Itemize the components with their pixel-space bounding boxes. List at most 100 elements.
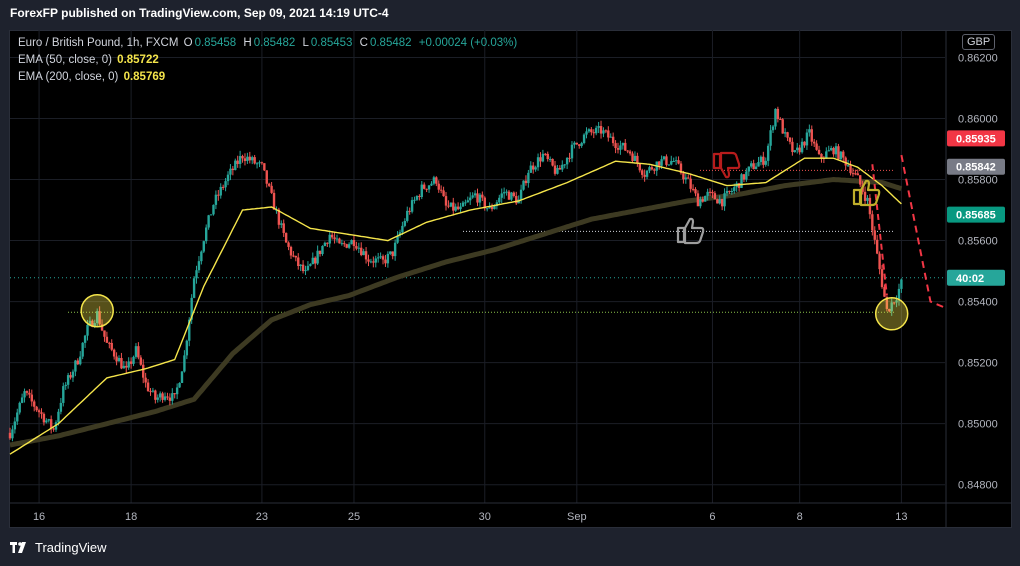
candle-body [527, 172, 530, 184]
time-tick-label: Sep [567, 511, 587, 523]
thumb-down-icon [712, 151, 741, 179]
candle-body [522, 180, 525, 190]
candle-body [580, 143, 583, 146]
candle-body [112, 349, 116, 357]
candle-body [713, 193, 717, 200]
thumb-down-icon-shape [712, 151, 741, 179]
candle-body [362, 251, 365, 256]
candle-body [151, 390, 155, 392]
candle-body [703, 195, 707, 202]
candle-body [156, 397, 159, 400]
candle-body [733, 187, 736, 192]
candle-body [333, 237, 336, 240]
candle-body [657, 161, 661, 166]
candle-body [684, 177, 688, 180]
candle-body [597, 126, 600, 128]
candle-body [219, 186, 222, 196]
ema50-row[interactable]: EMA (50, close, 0) 0.85722 [18, 52, 521, 69]
candle-body [859, 175, 862, 185]
candle-body [195, 270, 198, 279]
candle-body [318, 250, 322, 255]
candle-body [381, 256, 385, 260]
candle-body [556, 167, 559, 174]
candle-body [284, 232, 288, 243]
candle-body [459, 206, 462, 210]
candle-body [800, 141, 804, 153]
candle-body [544, 153, 547, 155]
candles [8, 106, 903, 442]
candle-body [575, 142, 579, 145]
candle-body [582, 134, 586, 144]
candle-body [510, 192, 513, 200]
candle-body [740, 174, 743, 188]
candle-body [706, 191, 709, 196]
candle-body [846, 165, 850, 167]
candle-body [604, 130, 608, 132]
candle-body [18, 402, 21, 413]
candle-body [125, 365, 128, 368]
candle-body [587, 129, 591, 132]
candle-body [473, 193, 477, 196]
candle-body [23, 391, 26, 398]
symbol-name[interactable]: Euro / British Pound, 1h, FXCM [18, 37, 178, 49]
price-tick-label: 0.86200 [958, 52, 998, 64]
candle-body [418, 196, 421, 198]
candle-body [427, 185, 431, 190]
candle-body [447, 205, 450, 207]
candle-body [297, 257, 300, 266]
candle-body [631, 153, 634, 161]
candle-body [306, 265, 310, 271]
price-label-text: 40:02 [956, 273, 984, 285]
candle-body [345, 244, 348, 248]
close-value: 0.85482 [369, 37, 412, 49]
candle-body [776, 108, 780, 120]
time-axis[interactable]: 16 18 23 25 30 Sep 6 8 13 [10, 502, 1011, 523]
time-tick-label: 13 [895, 511, 907, 523]
candle-body [585, 131, 588, 135]
candle-body [764, 160, 767, 165]
candle-body [379, 256, 382, 258]
currency-badge[interactable]: GBP [962, 34, 996, 50]
candle-body [168, 397, 172, 401]
candle-body [350, 240, 353, 245]
low-value: 0.85453 [310, 37, 353, 49]
candle-body [260, 162, 264, 164]
candle-body [662, 156, 666, 160]
candle-body [110, 342, 113, 350]
candle-body [803, 141, 806, 146]
candle-body [783, 132, 787, 134]
candle-body [236, 160, 239, 164]
candle-body [786, 132, 789, 138]
highlight-circle [874, 297, 909, 331]
ema200-row[interactable]: EMA (200, close, 0) 0.85769 [18, 69, 521, 86]
candle-body [282, 223, 285, 233]
candle-body [292, 255, 295, 257]
candle-body [791, 141, 794, 153]
price-tick-label: 0.85800 [958, 175, 998, 187]
time-tick-label: 16 [33, 511, 45, 523]
time-tick-label: 23 [256, 511, 268, 523]
candle-body [568, 157, 571, 159]
candle-body [624, 142, 627, 151]
candle-body [69, 375, 72, 378]
candle-body [578, 144, 581, 146]
candle-body [444, 196, 448, 206]
ema-50-line [9, 157, 902, 455]
candle-body [304, 270, 307, 272]
candle-body [243, 158, 247, 161]
candle-body [301, 264, 305, 272]
candle-body [466, 200, 470, 203]
candle-body [546, 153, 549, 160]
candle-body [209, 214, 213, 216]
candle-body [829, 147, 833, 151]
candle-body [105, 336, 109, 343]
candle-body [539, 157, 542, 162]
candle-body [863, 191, 867, 201]
candle-body [265, 170, 268, 184]
candle-body [357, 247, 361, 249]
candle-body [716, 199, 719, 204]
footer-brand[interactable]: TradingView [10, 540, 107, 555]
candle-body [372, 261, 375, 263]
candle-body [413, 199, 416, 201]
candle-body [558, 167, 562, 170]
